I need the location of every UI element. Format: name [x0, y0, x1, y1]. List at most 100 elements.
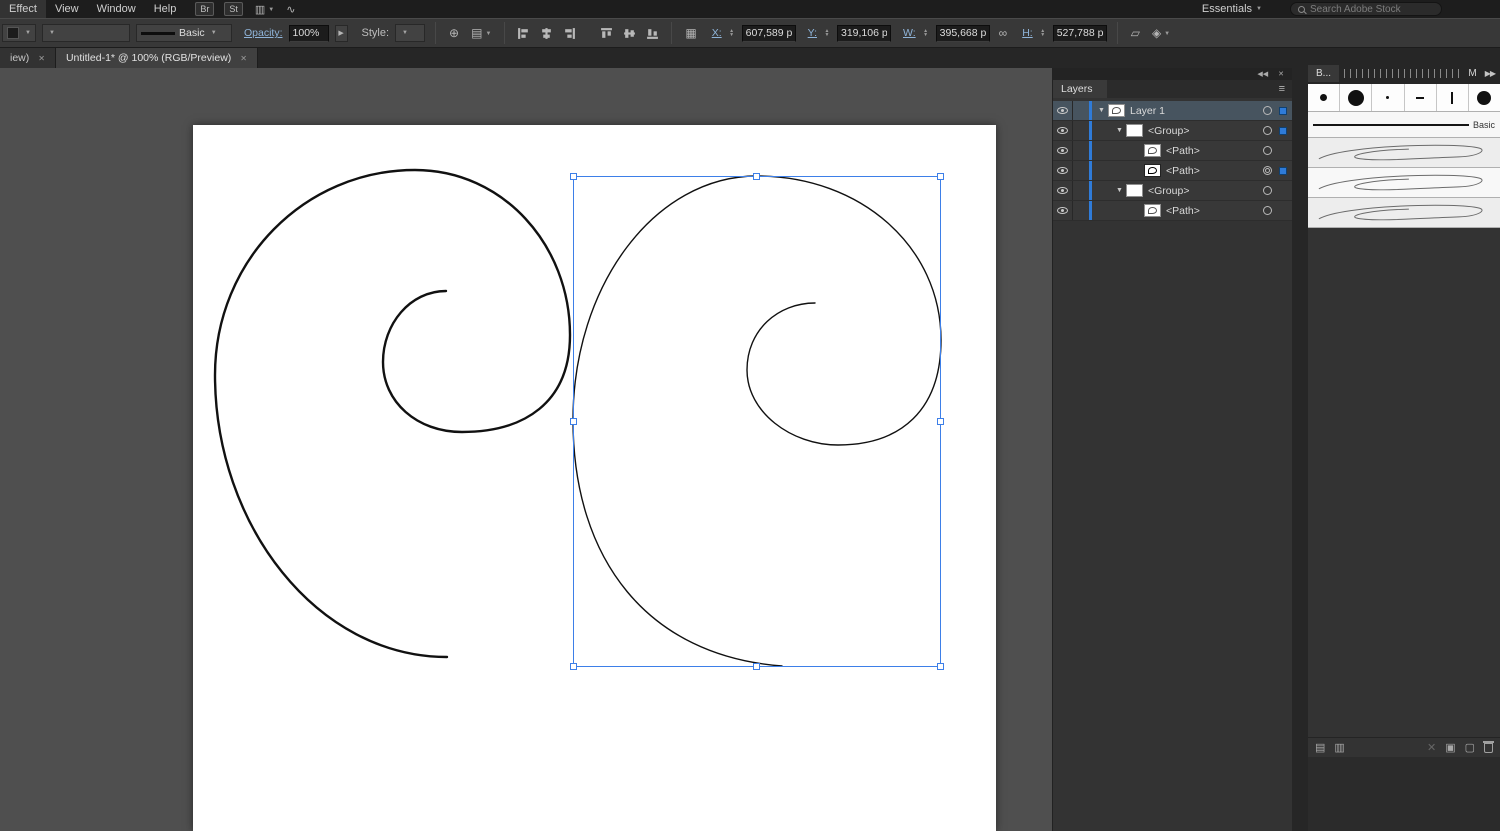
w-stepper[interactable]	[922, 29, 930, 37]
layer-row[interactable]: ▼ <Group>	[1053, 181, 1292, 201]
target-circle-icon[interactable]	[1263, 166, 1272, 175]
y-stepper[interactable]	[823, 29, 831, 37]
selection-handle[interactable]	[570, 173, 577, 180]
transform-reference-grid-icon[interactable]: ▦	[682, 26, 699, 40]
search-input[interactable]	[1310, 4, 1430, 15]
bridge-button[interactable]: Br	[195, 2, 214, 16]
h-input[interactable]	[1053, 25, 1107, 42]
layer-label[interactable]: <Path>	[1166, 145, 1200, 157]
layers-tab[interactable]: Layers	[1053, 80, 1107, 98]
layer-thumbnail[interactable]	[1108, 104, 1125, 117]
panel-menu-icon[interactable]: ≡	[1272, 80, 1292, 98]
expand-arrow-icon[interactable]: ▼	[1095, 107, 1108, 114]
remove-brush-stroke-icon[interactable]: ✕	[1427, 741, 1436, 754]
selection-handle[interactable]	[937, 663, 944, 670]
layer-row[interactable]: ▼ Layer 1	[1053, 101, 1292, 121]
shear-icon[interactable]: ▱	[1128, 26, 1143, 40]
workspace-switcher[interactable]: Essentials	[1202, 3, 1262, 15]
brush-item-artistic[interactable]	[1308, 198, 1500, 228]
brush-item-round[interactable]	[1405, 84, 1437, 111]
document-setup-icon[interactable]: ▤	[468, 26, 494, 40]
layer-lock-cell[interactable]	[1073, 201, 1089, 220]
selection-bounding-box[interactable]	[573, 176, 941, 667]
layer-lock-cell[interactable]	[1073, 161, 1089, 180]
target-circle-icon[interactable]	[1263, 206, 1272, 215]
menu-help[interactable]: Help	[145, 0, 186, 18]
x-stepper[interactable]	[728, 29, 736, 37]
layer-visibility-toggle[interactable]	[1053, 101, 1073, 120]
layer-label[interactable]: Layer 1	[1130, 105, 1165, 117]
selection-indicator[interactable]	[1279, 127, 1287, 135]
opacity-input[interactable]	[289, 25, 329, 42]
layer-thumbnail[interactable]	[1144, 204, 1161, 217]
layer-label[interactable]: <Group>	[1148, 125, 1189, 137]
layer-label[interactable]: <Group>	[1148, 185, 1189, 197]
layer-visibility-toggle[interactable]	[1053, 141, 1073, 160]
layer-visibility-toggle[interactable]	[1053, 181, 1073, 200]
collapse-panels-icon[interactable]: ◀◀	[1257, 70, 1268, 78]
target-circle-icon[interactable]	[1263, 126, 1272, 135]
layer-row[interactable]: <Path>	[1053, 201, 1292, 221]
layer-row[interactable]: <Path>	[1053, 141, 1292, 161]
align-right-icon[interactable]	[561, 27, 578, 40]
selection-handle[interactable]	[570, 663, 577, 670]
recolor-artwork-icon[interactable]: ⊕	[446, 26, 462, 40]
layer-lock-cell[interactable]	[1073, 121, 1089, 140]
selection-handle[interactable]	[753, 663, 760, 670]
align-middle-vertical-icon[interactable]	[621, 27, 638, 40]
canvas-area[interactable]	[0, 68, 1052, 831]
brush-item-round[interactable]	[1469, 84, 1500, 111]
constrain-proportions-link-icon[interactable]: ∞	[996, 26, 1011, 40]
target-circle-icon[interactable]	[1263, 106, 1272, 115]
expand-arrow-icon[interactable]: ▼	[1113, 187, 1126, 194]
width-profile-dropdown[interactable]	[42, 24, 130, 42]
stroke-swatch-dropdown[interactable]	[2, 24, 36, 42]
h-stepper[interactable]	[1039, 29, 1047, 37]
doc-tab-background[interactable]: iew) ✕	[0, 48, 56, 68]
y-input[interactable]	[837, 25, 891, 42]
style-dropdown[interactable]	[395, 24, 425, 42]
menu-window[interactable]: Window	[88, 0, 145, 18]
delete-brush-icon[interactable]	[1484, 743, 1493, 753]
align-left-icon[interactable]	[515, 27, 532, 40]
stock-search-box[interactable]	[1290, 2, 1442, 16]
align-top-icon[interactable]	[598, 27, 615, 40]
w-label[interactable]: W:	[903, 27, 916, 39]
gpu-performance-icon[interactable]: ∿	[286, 3, 295, 16]
h-label[interactable]: H:	[1022, 27, 1033, 39]
layer-label[interactable]: <Path>	[1166, 165, 1200, 177]
brush-item-round[interactable]	[1308, 84, 1340, 111]
expand-panel-icon[interactable]: ▶▶	[1485, 69, 1495, 78]
brush-item-round[interactable]	[1437, 84, 1469, 111]
brush-item-round[interactable]	[1340, 84, 1372, 111]
x-input[interactable]	[742, 25, 796, 42]
layer-row[interactable]: ▼<Group>	[1053, 121, 1292, 141]
layer-row[interactable]: <Path>	[1053, 161, 1292, 181]
selection-indicator[interactable]	[1279, 167, 1287, 175]
spiral-left-path[interactable]	[215, 170, 570, 657]
layer-thumbnail[interactable]	[1126, 124, 1143, 137]
arrange-documents-icon[interactable]: ▥	[255, 3, 274, 16]
doc-tab-active[interactable]: Untitled-1* @ 100% (RGB/Preview) ✕	[56, 48, 258, 68]
brush-item-round[interactable]	[1372, 84, 1404, 111]
layer-thumbnail[interactable]	[1126, 184, 1143, 197]
menu-effect[interactable]: Effect	[0, 0, 46, 18]
layer-lock-cell[interactable]	[1073, 101, 1089, 120]
layer-visibility-toggle[interactable]	[1053, 201, 1073, 220]
close-tab-icon[interactable]: ✕	[240, 54, 247, 63]
layer-visibility-toggle[interactable]	[1053, 121, 1073, 140]
layer-lock-cell[interactable]	[1073, 181, 1089, 200]
stock-button[interactable]: St	[224, 2, 243, 16]
align-bottom-icon[interactable]	[644, 27, 661, 40]
menu-view[interactable]: View	[46, 0, 88, 18]
brush-options-icon[interactable]: ▣	[1445, 741, 1455, 754]
close-tab-icon[interactable]: ✕	[38, 54, 45, 63]
brush-item-artistic[interactable]	[1308, 168, 1500, 198]
selection-handle[interactable]	[570, 418, 577, 425]
target-circle-icon[interactable]	[1263, 186, 1272, 195]
libraries-panel-icon[interactable]: ▥	[1334, 741, 1344, 754]
opacity-label[interactable]: Opacity:	[244, 27, 283, 39]
selection-handle[interactable]	[937, 418, 944, 425]
selection-handle[interactable]	[937, 173, 944, 180]
new-brush-icon[interactable]: ▢	[1465, 741, 1475, 754]
